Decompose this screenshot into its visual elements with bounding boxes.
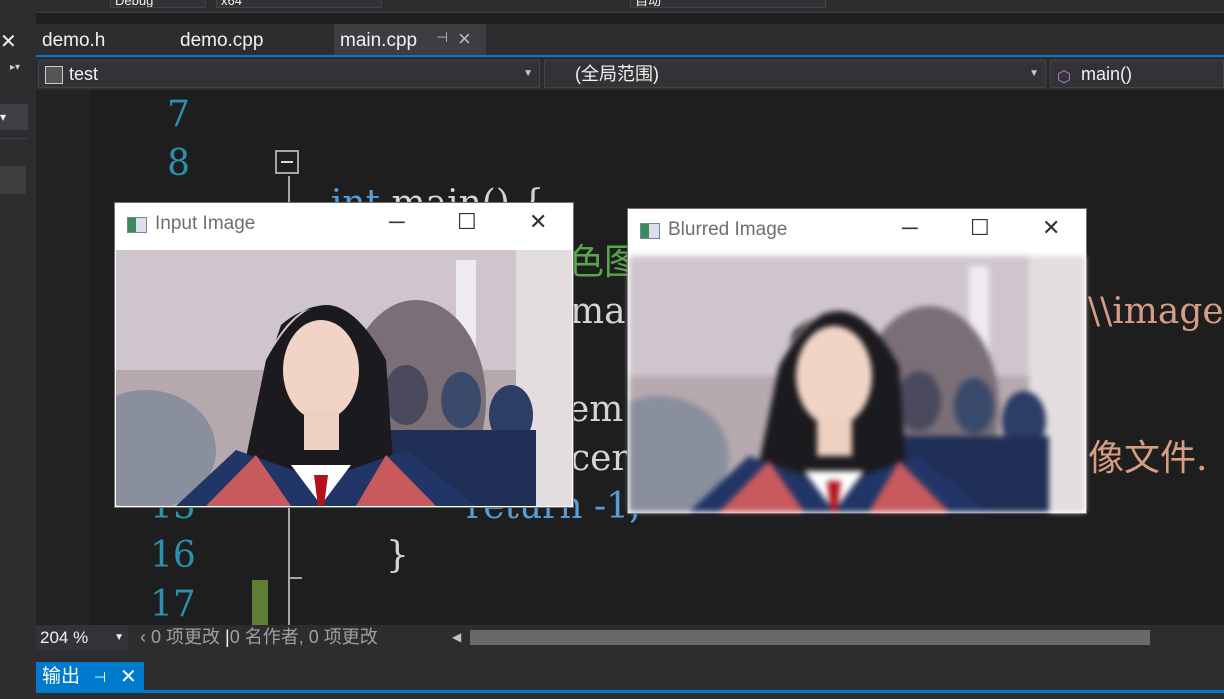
method-icon: ⬡ <box>1057 69 1071 86</box>
close-icon[interactable]: ✕ <box>1042 215 1060 241</box>
maximize-icon[interactable]: ☐ <box>970 215 990 241</box>
string-fragment-chinese: 像文件. <box>1088 438 1208 479</box>
member-dropdown[interactable]: ⬡ main() <box>1050 60 1224 88</box>
close-icon[interactable]: ✕ <box>529 209 547 235</box>
blurred-photo <box>629 256 1085 512</box>
horizontal-scrollbar-thumb[interactable] <box>470 630 1150 645</box>
tab-demo-h[interactable]: demo.h <box>42 28 105 56</box>
project-dropdown[interactable]: test ▼ <box>38 60 540 88</box>
code-fragment-cerr: cer <box>570 438 629 479</box>
output-accent-line <box>36 690 1224 693</box>
configuration-dropdown[interactable]: Debug <box>110 0 206 8</box>
divider <box>0 138 28 139</box>
input-photo <box>116 250 572 506</box>
scope-label: (全局范围) <box>575 64 659 84</box>
chevron-down-icon: ▼ <box>523 68 533 79</box>
chevron-right-icon[interactable]: ▸▾ <box>10 62 20 73</box>
project-name: test <box>69 64 99 84</box>
member-label: main() <box>1081 64 1133 84</box>
scope-dropdown[interactable]: (全局范围) ▼ <box>544 60 1046 88</box>
zoom-dropdown[interactable]: 204 % ▼ <box>36 625 128 650</box>
chevron-down-icon: ▼ <box>114 632 124 643</box>
line-number: 16 <box>150 535 196 576</box>
target-dropdown[interactable]: 自动 <box>630 0 826 8</box>
project-icon <box>45 66 63 84</box>
window-title: Input Image <box>155 213 256 234</box>
minimize-icon[interactable]: ─ <box>902 215 918 241</box>
top-toolbar: Debug x64 自动 <box>0 0 1224 13</box>
tab-demo-cpp[interactable]: demo.cpp <box>180 28 263 56</box>
app-icon <box>640 223 660 239</box>
pin-icon[interactable]: ⊣ <box>94 662 106 692</box>
changes-count: 0 项更改 <box>151 627 221 647</box>
close-icon[interactable]: ✕ <box>0 30 18 54</box>
blurred-image-window[interactable]: Blurred Image ─ ☐ ✕ <box>627 208 1087 514</box>
app-icon <box>127 217 147 233</box>
codelens-info[interactable]: ‹ 0 项更改 |0 名作者, 0 项更改 <box>140 625 378 650</box>
close-icon[interactable]: ✕ <box>120 662 137 692</box>
minimize-icon[interactable]: ─ <box>389 209 405 235</box>
platform-dropdown[interactable]: x64 <box>216 0 382 8</box>
chevron-down-icon: ▼ <box>1029 68 1039 79</box>
input-image-window[interactable]: Input Image ─ ☐ ✕ <box>114 202 574 508</box>
window-title: Blurred Image <box>668 219 788 240</box>
collapse-toggle[interactable] <box>275 150 299 174</box>
scroll-left-icon[interactable]: ◀ <box>452 625 461 650</box>
tab-close-icon[interactable]: × <box>458 25 471 53</box>
left-selected-item[interactable] <box>0 166 26 194</box>
output-tab[interactable]: 输出 ⊣ ✕ <box>36 662 144 692</box>
chevron-left-icon: ‹ <box>140 627 146 647</box>
line-number: 17 <box>150 584 196 625</box>
output-tab-label: 输出 <box>42 666 81 687</box>
code-line-brace: } <box>386 535 409 576</box>
maximize-icon[interactable]: ☐ <box>457 209 477 235</box>
tab-main-cpp-label: main.cpp <box>340 30 418 51</box>
pin-icon[interactable]: ⊣ <box>436 29 448 46</box>
zoom-level: 204 % <box>40 628 89 647</box>
left-dropdown[interactable]: ▾ <box>0 104 28 130</box>
code-fragment-empty: em <box>568 389 624 430</box>
line-number: 7 <box>167 94 190 135</box>
string-fragment-path: \\image <box>1088 291 1224 332</box>
authors-count: 0 名作者, 0 项更改 <box>229 627 378 647</box>
line-number: 8 <box>167 143 190 184</box>
fold-guide-end <box>288 577 302 579</box>
editor-margin <box>36 90 90 625</box>
change-marker <box>252 580 268 625</box>
